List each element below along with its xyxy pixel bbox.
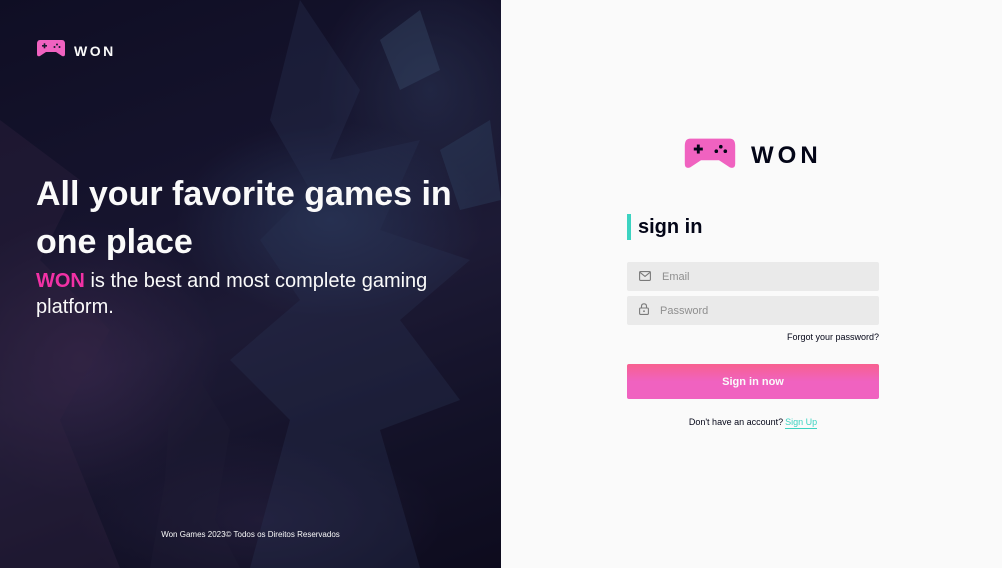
signin-button[interactable]: Sign in now — [627, 364, 879, 399]
signup-link[interactable]: Sign Up — [785, 417, 818, 429]
hero-subtitle-brand: WON — [36, 270, 85, 292]
signin-panel: WON sign in Forgot your passw — [501, 0, 1002, 568]
copyright-footer: Won Games 2023© Todos os Direitos Reserv… — [161, 530, 340, 539]
forgot-password-link[interactable]: Forgot your password? — [627, 332, 879, 342]
signup-prompt: Don't have an account? Sign Up — [627, 417, 879, 429]
signup-prompt-text: Don't have an account? — [688, 417, 784, 427]
hero-panel: WON All your favorite games in one place… — [0, 0, 501, 568]
password-field[interactable] — [627, 296, 879, 325]
password-input[interactable] — [660, 304, 860, 317]
gamepad-icon — [683, 135, 737, 176]
logo-wordmark: WON — [751, 141, 822, 169]
logo-large[interactable]: WON — [683, 135, 822, 176]
hero-subtitle: WON is the best and most complete gaming… — [36, 268, 456, 320]
hero-subtitle-text: is the best and most complete gaming pla… — [36, 270, 428, 318]
lock-icon — [639, 302, 649, 320]
signin-form: sign in Forgot your password? Sign — [627, 214, 879, 429]
gamepad-icon — [36, 38, 66, 63]
email-input[interactable] — [662, 270, 862, 283]
logo-wordmark: WON — [74, 42, 116, 59]
logo-link[interactable]: WON — [36, 38, 116, 63]
mail-icon — [639, 268, 651, 286]
hero-title: All your favorite games in one place — [36, 175, 452, 261]
email-field[interactable] — [627, 262, 879, 291]
form-title: sign in — [627, 214, 879, 240]
